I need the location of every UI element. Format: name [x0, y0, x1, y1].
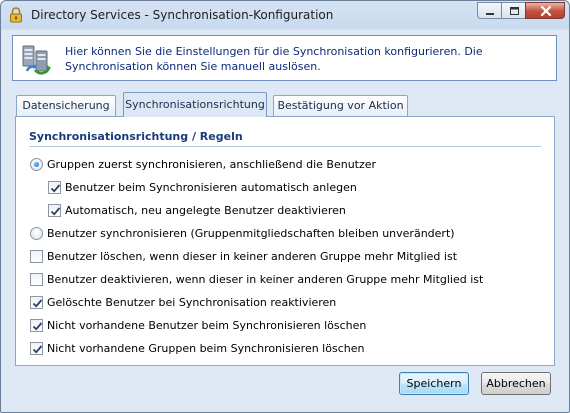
checkbox[interactable] [30, 342, 43, 355]
checkbox[interactable] [30, 273, 43, 286]
tab-synchronisationsrichtung[interactable]: Synchronisationsrichtung [123, 92, 267, 117]
minimize-icon [486, 13, 494, 15]
checkmark-icon [50, 184, 61, 193]
radio-selected-dot [34, 162, 39, 167]
dialog-client-area: Hier können Sie die Einstellungen für di… [7, 30, 563, 406]
option-label: Nicht vorhandene Gruppen beim Synchronis… [47, 342, 365, 355]
option-label: Gruppen zuerst synchronisieren, anschlie… [47, 158, 377, 171]
radio-button[interactable] [30, 158, 43, 171]
checkbox[interactable] [48, 204, 61, 217]
dialog-window: Directory Services - Synchronisation-Kon… [0, 0, 570, 413]
checkbox[interactable] [30, 319, 43, 332]
cancel-button[interactable]: Abbrechen [481, 372, 551, 395]
option-label: Nicht vorhandene Benutzer beim Synchroni… [47, 319, 367, 332]
info-text: Hier können Sie die Einstellungen für di… [65, 45, 483, 73]
info-box: Hier können Sie die Einstellungen für di… [12, 35, 557, 81]
checkbox[interactable] [30, 296, 43, 309]
checkmark-icon [50, 207, 61, 216]
option-label: Benutzer beim Synchronisieren automatisc… [65, 181, 357, 194]
sync-servers-icon [21, 43, 55, 77]
title-bar[interactable]: Directory Services - Synchronisation-Kon… [1, 1, 569, 29]
window-title: Directory Services - Synchronisation-Kon… [31, 8, 334, 22]
checkbox[interactable] [48, 181, 61, 194]
radio-button[interactable] [30, 227, 43, 240]
tab-panel: Synchronisationsrichtung / Regeln Gruppe… [15, 116, 555, 366]
tab-bestaetigung[interactable]: Bestätigung vor Aktion [273, 95, 408, 116]
close-button[interactable] [525, 2, 565, 19]
option-label: Benutzer deaktivieren, wenn dieser in ke… [47, 273, 484, 286]
tab-datensicherung[interactable]: Datensicherung [16, 95, 116, 116]
maximize-button[interactable] [501, 2, 526, 19]
checkbox[interactable] [30, 250, 43, 263]
save-button[interactable]: Speichern [399, 372, 469, 395]
checkmark-icon [32, 322, 43, 331]
checkmark-icon [32, 299, 43, 308]
lock-icon [9, 7, 23, 23]
minimize-button[interactable] [477, 2, 502, 19]
option-label: Gelöschte Benutzer bei Synchronisation r… [47, 296, 337, 309]
maximize-icon [510, 7, 519, 15]
option-label: Benutzer synchronisieren (Gruppenmitglie… [47, 227, 455, 240]
option-label: Automatisch, neu angelegte Benutzer deak… [65, 204, 346, 217]
section-divider [29, 146, 541, 147]
checkmark-icon [32, 345, 43, 354]
close-icon [540, 5, 552, 17]
option-label: Benutzer löschen, wenn dieser in keiner … [47, 250, 458, 263]
section-title: Synchronisationsrichtung / Regeln [29, 130, 243, 143]
